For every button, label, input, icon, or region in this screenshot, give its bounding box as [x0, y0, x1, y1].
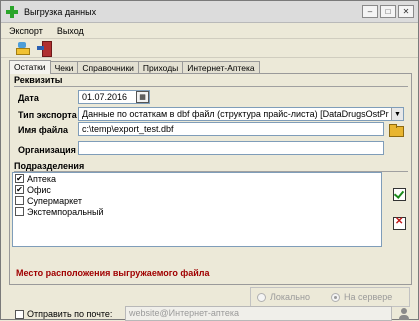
tab-stock[interactable]: Остатки	[9, 60, 51, 74]
chevron-down-icon[interactable]: ▼	[391, 108, 403, 120]
tab-bar: Остатки Чеки Справочники Приходы Интерне…	[9, 60, 260, 74]
minimize-button[interactable]: –	[362, 5, 378, 18]
send-email-toggle[interactable]: Отправить по почте:	[15, 309, 112, 319]
requisites-divider	[14, 86, 408, 87]
filename-label: Имя файла	[18, 125, 69, 135]
uncheck-all-icon[interactable]	[392, 216, 406, 230]
window-title: Выгрузка данных	[24, 6, 97, 17]
requisites-title: Реквизиты	[14, 75, 63, 85]
export-icon[interactable]	[15, 41, 30, 55]
radio-local[interactable]: Локально	[257, 292, 310, 302]
department-label: Супермаркет	[27, 195, 82, 206]
email-value: website@Интернет-аптека	[129, 308, 239, 318]
department-label: Офис	[27, 184, 51, 195]
department-item[interactable]: ✔ Офис	[13, 184, 381, 195]
departments-list: ✔ Аптека ✔ Офис Супермаркет Экстемпораль…	[12, 172, 382, 247]
department-checkbox[interactable]: ✔	[15, 185, 24, 194]
export-type-label: Тип экспорта	[18, 110, 77, 120]
organization-field[interactable]	[78, 141, 384, 155]
send-email-label: Отправить по почте:	[27, 309, 113, 319]
department-checkbox[interactable]	[15, 196, 24, 205]
maximize-button[interactable]: □	[380, 5, 396, 18]
window-controls: – □ ✕	[362, 5, 414, 18]
filename-value: c:\temp\export_test.dbf	[82, 124, 174, 134]
close-button[interactable]: ✕	[398, 5, 414, 18]
contacts-icon[interactable]	[397, 307, 411, 321]
department-checkbox[interactable]: ✔	[15, 174, 24, 183]
menu-export[interactable]: Экспорт	[9, 26, 43, 36]
department-item[interactable]: ✔ Аптека	[13, 173, 381, 184]
date-label: Дата	[18, 93, 39, 103]
exit-door-icon[interactable]	[37, 41, 52, 57]
radio-local-label: Локально	[270, 292, 310, 302]
department-item[interactable]: Супермаркет	[13, 195, 381, 206]
filename-field[interactable]: c:\temp\export_test.dbf	[78, 122, 384, 136]
export-type-select[interactable]: Данные по остаткам в dbf файл (структура…	[78, 107, 404, 121]
file-location-label: Место расположения выгружаемого файла	[16, 268, 210, 278]
menu-bar: Экспорт Выход	[1, 23, 418, 38]
department-checkbox[interactable]	[15, 207, 24, 216]
email-field[interactable]: website@Интернет-аптека	[125, 306, 392, 321]
send-email-checkbox[interactable]	[15, 309, 24, 319]
menu-exit[interactable]: Выход	[57, 26, 84, 36]
date-value: 01.07.2016	[82, 92, 128, 102]
tab-panel-stock: Реквизиты Дата 01.07.2016 ▦ Тип экспорта…	[9, 73, 412, 285]
radio-server[interactable]: На сервере	[331, 292, 392, 302]
check-all-icon[interactable]	[392, 187, 406, 201]
toolbar	[1, 38, 418, 58]
department-label: Экстемпоральный	[27, 206, 104, 217]
app-plus-icon	[6, 5, 18, 18]
radio-local-dot	[257, 292, 266, 302]
calendar-icon[interactable]: ▦	[136, 91, 149, 103]
department-item[interactable]: Экстемпоральный	[13, 206, 381, 217]
organization-label: Организация	[18, 145, 76, 155]
location-radio-group: Локально На сервере	[250, 287, 410, 307]
department-label: Аптека	[27, 173, 57, 184]
radio-server-dot	[331, 292, 340, 302]
departments-title: Подразделения	[14, 161, 85, 171]
export-window: Выгрузка данных – □ ✕ Экспорт Выход Оста…	[0, 0, 419, 321]
folder-open-icon[interactable]	[387, 122, 405, 137]
radio-server-label: На сервере	[344, 292, 393, 302]
export-type-value: Данные по остаткам в dbf файл (структура…	[82, 109, 389, 119]
title-bar: Выгрузка данных – □ ✕	[1, 1, 418, 23]
